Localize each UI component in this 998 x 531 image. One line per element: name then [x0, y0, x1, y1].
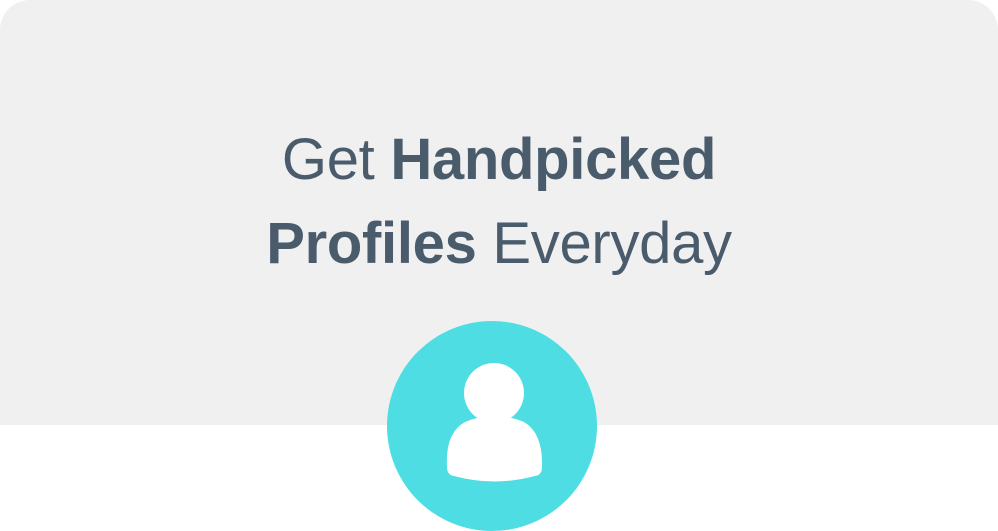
user-profile-icon — [446, 363, 543, 482]
headline-handpicked: Handpicked — [390, 127, 717, 192]
avatar-badge — [387, 321, 597, 531]
headline-line-1: Get Handpicked — [0, 118, 998, 202]
headline-get: Get — [281, 127, 375, 192]
headline-everyday: Everyday — [492, 211, 732, 276]
promo-headline: Get Handpicked Profiles Everyday — [0, 118, 998, 286]
promo-card: Get Handpicked Profiles Everyday — [0, 0, 998, 531]
headline-profiles: Profiles — [266, 211, 477, 276]
headline-line-2: Profiles Everyday — [0, 202, 998, 286]
